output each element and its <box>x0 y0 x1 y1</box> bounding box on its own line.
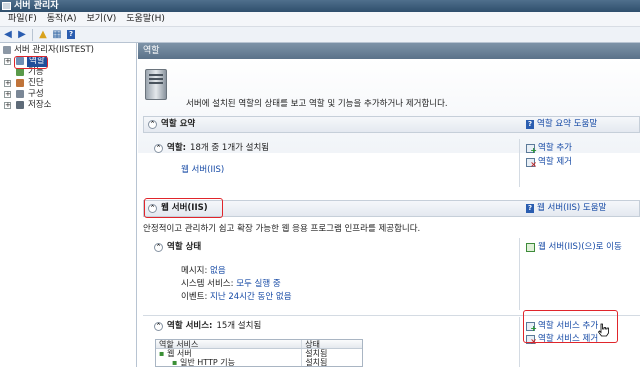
highlight-box <box>14 56 48 69</box>
column-header-role-service[interactable]: 역할 서비스 <box>156 340 303 348</box>
installed-icon: ▪ <box>159 349 167 358</box>
role-service-name: ▪ 웹 서버 <box>156 349 303 358</box>
table-row[interactable]: ▪ 일반 HTTP 기능 설치됨 <box>156 358 362 367</box>
hand-cursor-icon <box>597 323 609 337</box>
server-manager-icon <box>2 2 11 10</box>
pane-header: 역할 <box>138 43 640 59</box>
column-header-status[interactable]: 상태 <box>302 340 362 349</box>
messages-value[interactable]: 없음 <box>210 266 226 276</box>
menu-action[interactable]: 동작(A) <box>42 12 82 27</box>
expand-icon[interactable]: + <box>4 58 11 65</box>
role-status-heading: ⌃ 역할 상태 <box>154 242 201 253</box>
tree-item-configuration[interactable]: + 구성 <box>0 89 136 100</box>
menu-view[interactable]: 보기(V) <box>82 12 122 27</box>
help-link-label: 웹 서버(IIS) 도움말 <box>537 203 607 213</box>
grid-view-icon[interactable]: ▦ <box>51 29 63 41</box>
installed-icon: ▪ <box>172 358 180 367</box>
roles-count: 18개 중 1개가 설치됨 <box>190 143 270 153</box>
highlight-box <box>144 198 223 218</box>
main-pane: 역할 서버에 설치된 역할의 상태를 보고 역할 및 기능을 추가하거나 제거합… <box>138 43 640 367</box>
role-services-count: 15개 설치됨 <box>216 321 262 331</box>
navigation-tree: 서버 관리자(IISTEST) + 역할 기능 + 진단 + 구성 + 저장소 <box>0 43 137 367</box>
separator <box>519 238 520 310</box>
table-header: 역할 서비스 상태 <box>156 340 362 349</box>
table-row[interactable]: ▪ 웹 서버 설치됨 <box>156 349 362 358</box>
diagnostics-icon <box>16 79 24 87</box>
expand-icon[interactable]: + <box>4 80 11 87</box>
web-server-iis-link[interactable]: 웹 서버(IIS) <box>181 165 224 176</box>
add-roles-icon <box>526 144 537 156</box>
configuration-icon <box>16 90 24 98</box>
system-services-row: 시스템 서비스: 모두 실행 중 <box>181 279 281 290</box>
help-icon: ? <box>526 204 534 213</box>
system-services-label: 시스템 서비스: <box>181 279 234 289</box>
remove-roles-action[interactable]: 역할 제거 <box>526 157 572 170</box>
system-services-value[interactable]: 모두 실행 중 <box>236 279 281 289</box>
roles-count-heading: ⌃ 역할: 18개 중 1개가 설치됨 <box>154 143 269 154</box>
roles-banner: 서버에 설치된 역할의 상태를 보고 역할 및 기능을 추가하거나 제거합니다. <box>138 59 640 153</box>
separator <box>519 317 520 367</box>
remove-roles-icon <box>526 158 537 170</box>
action-label: 역할 추가 <box>538 143 572 153</box>
tree-item-diagnostics[interactable]: + 진단 <box>0 78 136 89</box>
menu-bar: 파일(F) 동작(A) 보기(V) 도움말(H) <box>0 12 640 27</box>
server-icon <box>3 46 11 54</box>
title-bar: 서버 관리자 <box>0 0 640 12</box>
events-label: 이벤트: <box>181 292 208 302</box>
role-service-label: 웹 서버 <box>166 349 192 358</box>
roles-label: 역할: <box>167 143 187 153</box>
tree-item-label: 구성 <box>28 89 44 99</box>
separator <box>519 139 520 187</box>
tree-root[interactable]: 서버 관리자(IISTEST) <box>0 45 136 56</box>
tree-item-storage[interactable]: + 저장소 <box>0 100 136 111</box>
web-server-description: 안정적이고 관리하기 쉽고 확장 가능한 웹 응용 프로그램 인프라를 제공합니… <box>143 224 421 234</box>
role-summary-help-link[interactable]: ? 역할 요약 도움말 <box>526 119 597 130</box>
toolbar: ◀ ▶ ▲ ▦ ? <box>0 27 640 43</box>
window-title: 서버 관리자 <box>14 1 59 11</box>
tree-item-label: 저장소 <box>28 100 52 110</box>
go-to-web-server-action[interactable]: 웹 서버(IIS)(으)로 이동 <box>526 242 622 253</box>
tree-root-label: 서버 관리자(IISTEST) <box>14 45 94 55</box>
collapse-icon[interactable]: ⌃ <box>154 322 163 331</box>
events-value[interactable]: 지난 24시간 동안 없음 <box>210 292 291 302</box>
messages-label: 메시지: <box>181 266 208 276</box>
role-status-title: 역할 상태 <box>167 242 202 252</box>
events-row: 이벤트: 지난 24시간 동안 없음 <box>181 292 292 303</box>
role-services-title: 역할 서비스: <box>167 321 213 331</box>
menu-file[interactable]: 파일(F) <box>3 12 42 27</box>
collapse-icon[interactable]: ⌃ <box>154 243 163 252</box>
action-label: 역할 제거 <box>538 157 572 167</box>
add-roles-action[interactable]: 역할 추가 <box>526 143 572 156</box>
expand-icon[interactable]: + <box>4 102 11 109</box>
role-services-heading: ⌃ 역할 서비스: 15개 설치됨 <box>154 321 261 332</box>
forward-arrow-icon[interactable]: ▶ <box>16 29 28 41</box>
help-link-label: 역할 요약 도움말 <box>537 119 598 129</box>
go-to-icon <box>526 243 535 252</box>
help-icon[interactable]: ? <box>65 29 77 41</box>
menu-help[interactable]: 도움말(H) <box>121 12 170 27</box>
help-icon: ? <box>526 120 534 129</box>
storage-icon <box>16 101 24 109</box>
action-label: 웹 서버(IIS)(으)로 이동 <box>538 242 622 252</box>
server-icon <box>145 69 167 100</box>
collapse-icon[interactable]: ⌃ <box>148 120 157 129</box>
role-service-status: 설치됨 <box>305 358 328 367</box>
back-arrow-icon[interactable]: ◀ <box>2 29 14 41</box>
role-services-table: 역할 서비스 상태 ▪ 웹 서버 설치됨 ▪ 일반 HTTP 기능 설치됨 <box>155 339 363 367</box>
banner-description: 서버에 설치된 역할의 상태를 보고 역할 및 기능을 추가하거나 제거합니다. <box>186 99 448 109</box>
up-folder-icon[interactable]: ▲ <box>37 29 49 41</box>
messages-row: 메시지: 없음 <box>181 266 226 277</box>
section-title: 역할 요약 <box>161 119 196 129</box>
features-icon <box>16 68 24 76</box>
toolbar-separator <box>32 28 33 41</box>
role-service-name: ▪ 일반 HTTP 기능 <box>156 358 303 367</box>
tree-item-label: 진단 <box>28 78 44 88</box>
role-service-status: 설치됨 <box>305 349 328 358</box>
web-server-help-link[interactable]: ? 웹 서버(IIS) 도움말 <box>526 203 606 214</box>
expand-icon[interactable]: + <box>4 91 11 98</box>
role-service-label: 일반 HTTP 기능 <box>179 358 235 367</box>
collapse-icon[interactable]: ⌃ <box>154 144 163 153</box>
